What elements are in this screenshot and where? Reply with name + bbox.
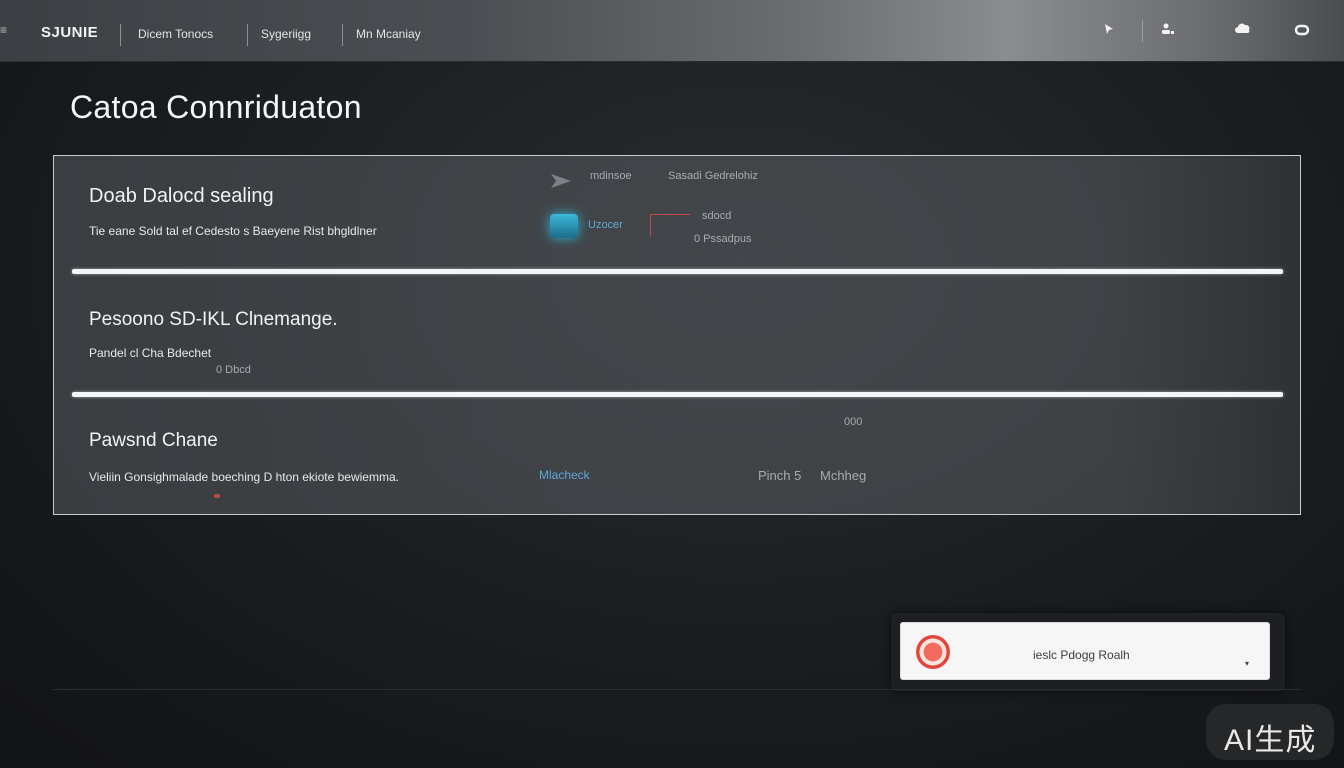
cloud-icon[interactable] — [1234, 22, 1252, 40]
settings-panel: Doab Dalocd sealing Tie eane Sold tal ef… — [53, 155, 1301, 515]
toast-message: ieslc Pdogg Roalh — [1033, 648, 1130, 662]
nav-item-3[interactable]: Mn Mcaniay — [356, 27, 421, 41]
nav-separator — [120, 24, 121, 46]
nav-item-1[interactable]: Dicem Tonocs — [138, 27, 213, 41]
section-3-title[interactable]: Pawsnd Chane — [89, 430, 218, 452]
nav-item-2[interactable]: Sygeriigg — [261, 27, 311, 41]
alert-icon — [916, 635, 950, 669]
nav-separator — [247, 24, 248, 46]
chevron-down-icon[interactable]: ▾ — [1245, 659, 1249, 668]
section-3-link[interactable]: Mlacheck — [539, 468, 590, 482]
toolbar-separator — [1142, 20, 1143, 42]
section-2-description: Pandel cl Cha Bdechet — [89, 346, 212, 360]
footer-divider — [53, 689, 1301, 690]
section-1-label-a: mdinsoe — [590, 170, 632, 182]
link-icon[interactable] — [1293, 22, 1311, 40]
send-icon — [550, 172, 572, 190]
menu-icon[interactable]: ≡ — [0, 24, 9, 36]
pin-icon[interactable] — [1100, 22, 1118, 40]
sync-status-icon — [550, 214, 578, 238]
nav-separator — [342, 24, 343, 46]
top-bar: ≡ SJUNIE Dicem Tonocs Sygeriigg Mn Mcani… — [0, 0, 1344, 62]
section-3-label-d: 000 — [844, 416, 863, 428]
section-divider — [72, 392, 1283, 397]
section-1-label-c: Uzocer — [588, 219, 623, 231]
section-3-label-b: Pinch 5 — [758, 468, 802, 483]
toast-notification[interactable]: ieslc Pdogg Roalh ▾ — [900, 622, 1270, 680]
section-1-description: Tie eane Sold tal ef Cedesto s Baeyene R… — [89, 224, 377, 238]
section-2-title[interactable]: Pesoono SD-IKL Clnemange. — [89, 309, 338, 331]
app-window: ≡ SJUNIE Dicem Tonocs Sygeriigg Mn Mcani… — [0, 0, 1344, 768]
error-dot — [214, 494, 220, 498]
section-1-label-e: 0 Pssadpus — [694, 233, 752, 245]
section-divider — [72, 269, 1283, 274]
section-1-label-d: sdocd — [702, 210, 732, 222]
page-title: Catoa Connriduaton — [70, 89, 362, 125]
section-3-description: Vieliin Gonsighmalade boeching D hton ek… — [89, 470, 399, 484]
user-icon[interactable] — [1158, 22, 1176, 40]
brand-logo[interactable]: SJUNIE — [41, 24, 98, 41]
watermark-text: AI生成 — [1224, 724, 1317, 757]
watermark-badge: AI生成 — [1206, 704, 1334, 760]
section-2-label-a: 0 Dbcd — [216, 364, 251, 376]
warning-marker — [650, 214, 690, 236]
section-1-label-b: Sasadi Gedrelohiz — [668, 170, 758, 182]
section-3-label-c: Mchheg — [820, 468, 867, 483]
section-1-title[interactable]: Doab Dalocd sealing — [89, 185, 274, 208]
